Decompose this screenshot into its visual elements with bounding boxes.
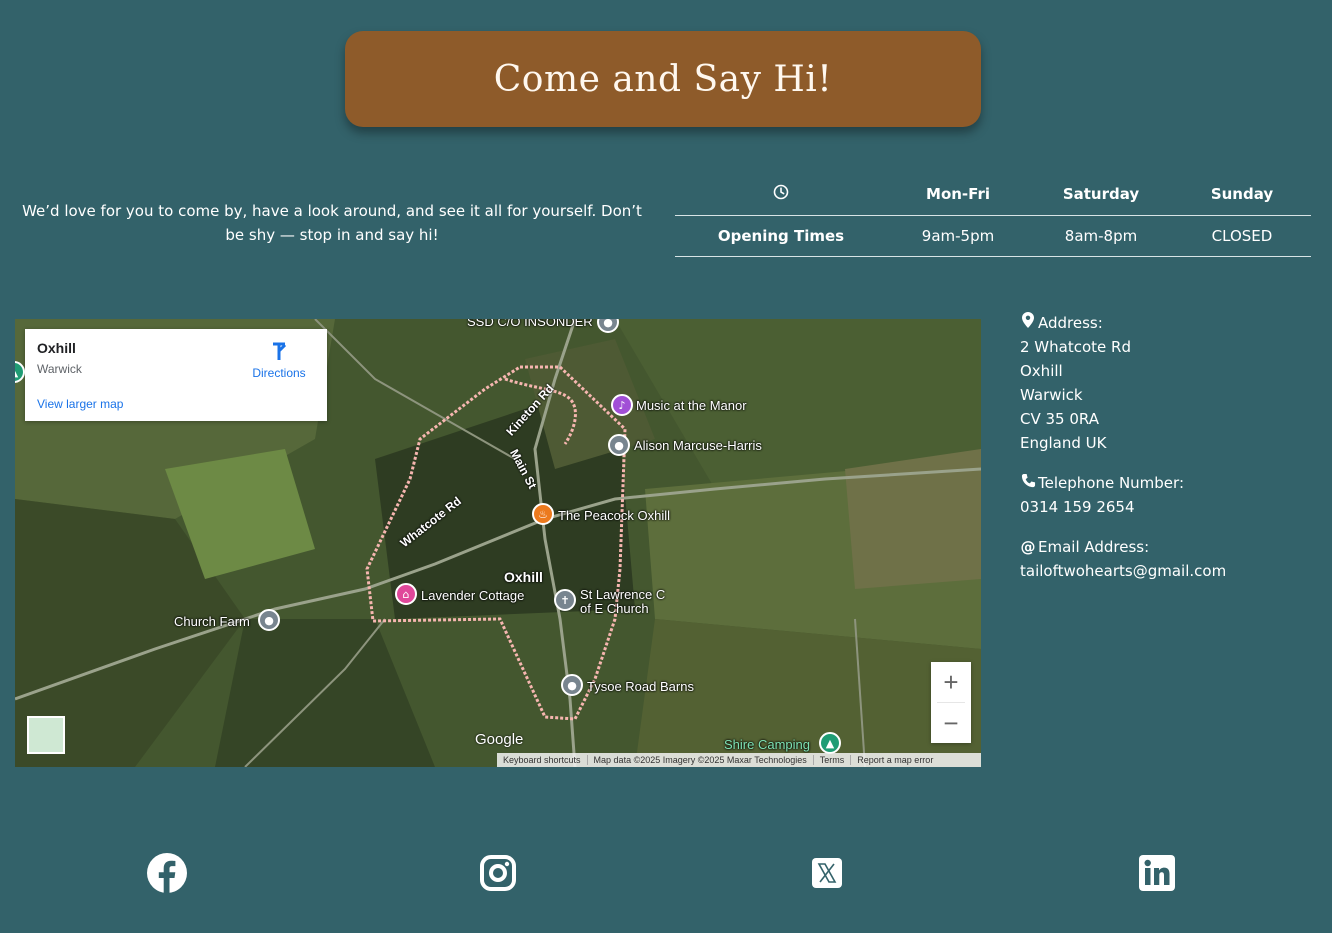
terms-link[interactable]: Terms xyxy=(814,755,852,765)
zoom-out-button[interactable]: − xyxy=(931,703,971,743)
map-label-the-peacock-oxhill[interactable]: The Peacock Oxhill xyxy=(558,508,670,523)
map-label-church-farm[interactable]: Church Farm xyxy=(174,614,250,629)
hours-sunday: CLOSED xyxy=(1173,215,1311,257)
address-line: Warwick xyxy=(1020,386,1083,404)
place-region: Warwick xyxy=(37,362,82,376)
church-pin-icon[interactable]: ✝ xyxy=(554,589,576,611)
zoom-controls: + − xyxy=(931,662,971,743)
x-twitter-icon[interactable] xyxy=(806,852,848,894)
address-line: CV 35 0RA xyxy=(1020,410,1099,428)
hours-header-row: Mon-Fri Saturday Sunday xyxy=(675,174,1311,216)
map-label-music-at-the-manor[interactable]: Music at the Manor xyxy=(636,398,747,413)
lodging-pin-icon[interactable]: ⌂ xyxy=(395,583,417,605)
linkedin-icon[interactable] xyxy=(1136,852,1178,894)
view-larger-map-link[interactable]: View larger map xyxy=(37,397,123,411)
map-pin-icon[interactable]: ● xyxy=(258,609,280,631)
hours-header-sunday: Sunday xyxy=(1173,174,1311,216)
contact-details: Address: 2 Whatcote Rd Oxhill Warwick CV… xyxy=(1020,311,1320,599)
intro-text: We’d love for you to come by, have a loo… xyxy=(22,202,642,244)
map-label-lavender-cottage[interactable]: Lavender Cottage xyxy=(421,588,524,603)
map-place-card: Oxhill Warwick View larger map Direction… xyxy=(25,329,327,421)
email-address[interactable]: tailoftwohearts@gmail.com xyxy=(1020,559,1320,583)
page-title-banner: Come and Say Hi! xyxy=(345,31,981,127)
map-pin-icon[interactable]: ● xyxy=(608,434,630,456)
hours-header-saturday: Saturday xyxy=(1029,174,1173,216)
campsite-pin-icon[interactable]: ▲ xyxy=(819,732,841,754)
directions-icon xyxy=(273,342,287,360)
directions-button[interactable]: Directions xyxy=(249,341,309,380)
address-line: 2 Whatcote Rd xyxy=(1020,338,1131,356)
restaurant-pin-icon[interactable]: ♨ xyxy=(532,503,554,525)
map-attribution-bar: Keyboard shortcuts Map data ©2025 Imager… xyxy=(497,753,981,767)
map-label-shire-camping[interactable]: Shire Camping xyxy=(724,737,810,752)
address-block: Address: 2 Whatcote Rd Oxhill Warwick CV… xyxy=(1020,311,1320,455)
map-layer-toggle-button[interactable] xyxy=(27,716,65,754)
place-name: Oxhill xyxy=(37,340,76,356)
embedded-map[interactable]: Oxhill Warwick View larger map Direction… xyxy=(15,319,981,767)
instagram-icon[interactable] xyxy=(477,852,519,894)
map-label-st-lawrence[interactable]: St Lawrence C xyxy=(580,587,665,602)
phone-icon xyxy=(1020,471,1036,495)
map-label-alison-marcuse-harris[interactable]: Alison Marcuse-Harris xyxy=(634,438,762,453)
report-map-error-link[interactable]: Report a map error xyxy=(851,755,939,765)
address-line: England UK xyxy=(1020,434,1107,452)
hours-row: Opening Times 9am-5pm 8am-8pm CLOSED xyxy=(675,215,1311,257)
location-pin-icon xyxy=(1020,311,1036,335)
opening-times-table: Mon-Fri Saturday Sunday Opening Times 9a… xyxy=(675,174,1311,257)
music-venue-pin-icon[interactable]: ♪ xyxy=(611,394,633,416)
map-label-tysoe-road-barns[interactable]: Tysoe Road Barns xyxy=(587,679,694,694)
at-sign-icon: @ xyxy=(1020,538,1036,556)
clock-icon xyxy=(675,174,887,216)
page-title: Come and Say Hi! xyxy=(493,58,833,100)
hours-saturday: 8am-8pm xyxy=(1029,215,1173,257)
hours-header-mon-fri: Mon-Fri xyxy=(887,174,1029,216)
address-line: Oxhill xyxy=(1020,362,1063,380)
address-label: Address: xyxy=(1038,314,1103,332)
phone-label: Telephone Number: xyxy=(1038,474,1184,492)
hours-row-label: Opening Times xyxy=(675,215,887,257)
keyboard-shortcuts-link[interactable]: Keyboard shortcuts xyxy=(497,755,588,765)
google-logo: Google xyxy=(475,731,524,748)
map-label-ssd[interactable]: SSD C/O INSONDER xyxy=(467,319,593,329)
email-block: @ Email Address: tailoftwohearts@gmail.co… xyxy=(1020,535,1320,583)
email-label: Email Address: xyxy=(1038,538,1150,556)
hours-mon-fri: 9am-5pm xyxy=(887,215,1029,257)
phone-block: Telephone Number: 0314 159 2654 xyxy=(1020,471,1320,519)
map-data-attribution: Map data ©2025 Imagery ©2025 Maxar Techn… xyxy=(588,755,814,765)
map-pin-icon[interactable]: ● xyxy=(561,674,583,696)
map-label-oxhill: Oxhill xyxy=(504,569,543,585)
directions-label: Directions xyxy=(252,366,306,380)
zoom-in-button[interactable]: + xyxy=(931,662,971,702)
map-label-of-e-church[interactable]: of E Church xyxy=(580,601,649,616)
phone-number[interactable]: 0314 159 2654 xyxy=(1020,495,1320,519)
facebook-icon[interactable] xyxy=(146,852,188,894)
